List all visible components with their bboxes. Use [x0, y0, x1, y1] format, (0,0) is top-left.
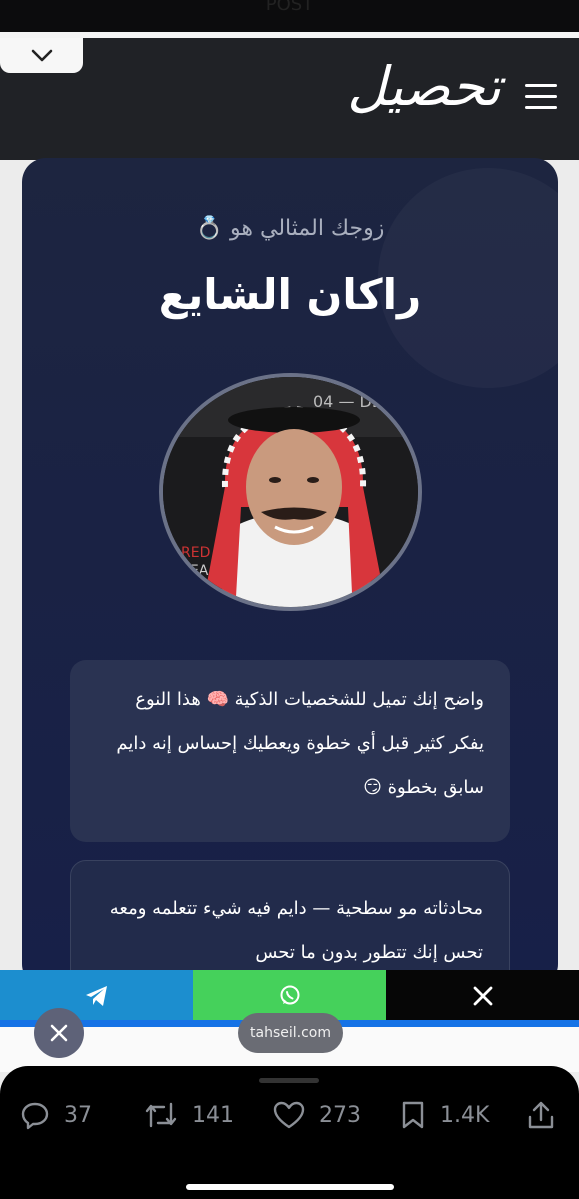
share-telegram-button[interactable]: [0, 970, 193, 1022]
post-action-bar: 37 141 273 1.4K: [0, 1066, 579, 1199]
result-card: زوجك المثالي هو 💍 راكان الشايع 04 — DEC,…: [22, 158, 558, 988]
share-icon: [528, 1101, 554, 1129]
repost-icon: [145, 1102, 177, 1128]
svg-text:04 — DEC, 202: 04 — DEC, 202: [313, 392, 422, 411]
actions-row: 37 141 273 1.4K: [0, 1100, 579, 1136]
x-icon: [473, 986, 492, 1006]
close-icon: [50, 1024, 68, 1042]
reply-count: 37: [64, 1102, 92, 1128]
like-count: 273: [319, 1102, 361, 1128]
hamburger-line: [525, 106, 557, 109]
person-photo: 04 — DEC, 202 RED SEA: [163, 377, 422, 607]
close-button[interactable]: [34, 1008, 84, 1058]
result-name: راكان الشايع: [158, 270, 422, 319]
screen: POST تحصيل زوجك المثالي هو 💍 راكان الشاي…: [0, 0, 579, 1199]
svg-text:SEA: SEA: [181, 563, 209, 579]
bookmark-icon: [402, 1101, 424, 1129]
share-x-button[interactable]: [386, 970, 579, 1022]
chevron-down-icon: [31, 49, 52, 61]
reply-button[interactable]: 37: [20, 1100, 92, 1130]
heart-icon: [273, 1101, 305, 1129]
grab-handle[interactable]: [259, 1078, 319, 1083]
repost-button[interactable]: 141: [144, 1100, 234, 1130]
share-button[interactable]: [526, 1100, 570, 1130]
bookmark-button[interactable]: 1.4K: [400, 1100, 489, 1130]
bookmark-count: 1.4K: [440, 1102, 490, 1128]
home-indicator: [186, 1184, 394, 1190]
reply-icon: [21, 1102, 49, 1130]
repost-count: 141: [192, 1102, 234, 1128]
domain-label: tahseil.com: [238, 1013, 343, 1053]
whatsapp-icon: [280, 985, 299, 1005]
svg-text:RED: RED: [181, 545, 210, 561]
menu-button[interactable]: [525, 84, 557, 112]
hamburger-line: [525, 95, 557, 98]
status-strip: POST: [0, 0, 579, 32]
top-strip-text: POST: [265, 0, 314, 15]
result-subtitle: زوجك المثالي هو 💍: [195, 216, 385, 241]
like-button[interactable]: 273: [273, 1100, 361, 1130]
collapse-button[interactable]: [0, 38, 83, 73]
hamburger-icon: [525, 84, 557, 87]
telegram-icon: [85, 986, 107, 1006]
avatar: 04 — DEC, 202 RED SEA: [159, 373, 422, 611]
result-description-2: محادثاته مو سطحية — دايم فيه شيء تتعلمه …: [70, 860, 510, 988]
result-description-1: واضح إنك تميل للشخصيات الذكية 🧠 هذا النو…: [70, 660, 510, 842]
site-logo[interactable]: تحصيل: [347, 52, 501, 122]
